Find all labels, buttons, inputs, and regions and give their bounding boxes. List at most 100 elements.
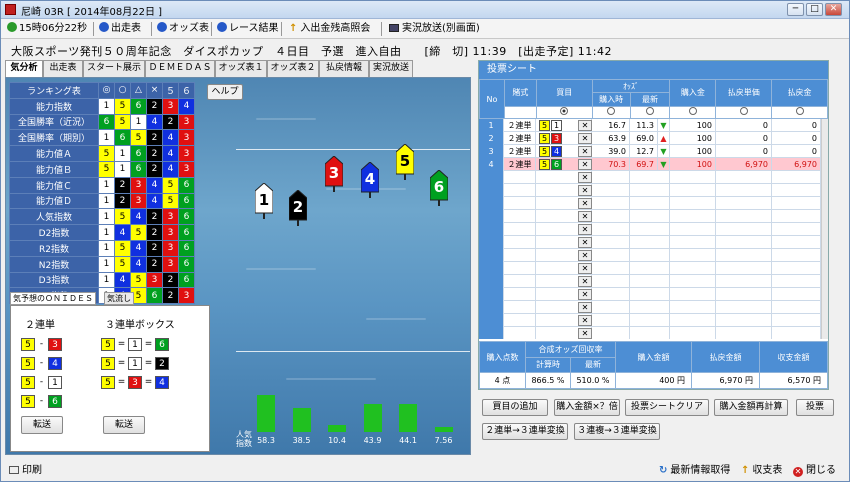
sheet-row[interactable]: ✕	[479, 327, 821, 339]
sheet-row[interactable]: 1 ２連単 5 1 ✕ 16.7 11.3 ▼ 100 0 0	[479, 119, 821, 132]
tab-odds2[interactable]: オッズ表２	[267, 60, 319, 77]
empty-cell	[592, 223, 630, 236]
ranking-row-label: 能力値Ａ	[9, 145, 99, 162]
tab-onides[interactable]: 気予想のＯＮＩＤＥＳ	[10, 292, 96, 305]
tab-odds1[interactable]: オッズ表１	[215, 60, 267, 77]
trio-to-trifecta-button[interactable]: ３連複→３連単変換	[574, 423, 660, 440]
remove-bet-button[interactable]: ✕	[578, 302, 592, 313]
exacta-to-trifecta-button[interactable]: ２連単→３連単変換	[482, 423, 568, 440]
pick-number: 6	[48, 395, 62, 408]
sheet-row[interactable]: ✕	[479, 314, 821, 327]
toolbar-results-button[interactable]: レース結果	[217, 22, 279, 36]
remove-bet-button[interactable]: ✕	[578, 224, 592, 235]
recalculate-button[interactable]: 購入金額再計算	[714, 399, 788, 416]
row-number	[479, 327, 504, 339]
target-number: 3	[551, 133, 562, 144]
sheet-row[interactable]: ✕	[479, 236, 821, 249]
sheet-row[interactable]: ✕	[479, 288, 821, 301]
remove-bet-button[interactable]: ✕	[578, 237, 592, 248]
empty-cell	[670, 314, 716, 327]
sheet-row[interactable]: ✕	[479, 184, 821, 197]
sheet-row[interactable]: 4 ２連単 5 6 ✕ 70.3 69.7 ▼ 100 6,970 6,970	[479, 158, 821, 171]
ranking-cell: 3	[162, 224, 179, 241]
remove-bet-button[interactable]: ✕	[578, 289, 592, 300]
empty-cell	[504, 223, 536, 236]
ranking-cell: 3	[130, 176, 147, 194]
transfer-trifecta-button[interactable]: 転送	[103, 416, 145, 434]
tab-live[interactable]: 実況放送	[369, 60, 413, 77]
toolbar-entries-button[interactable]: 出走表	[99, 22, 141, 36]
pick-number: 4	[48, 357, 62, 370]
remove-bet-button[interactable]: ✕	[578, 250, 592, 261]
print-button[interactable]: 印刷	[9, 461, 42, 476]
close-button[interactable]: ✕ 閉じる	[793, 461, 836, 477]
bet-type: ２連単	[504, 119, 536, 132]
sheet-row[interactable]: ✕	[479, 197, 821, 210]
ranking-cell: 3	[162, 239, 179, 257]
sheet-row[interactable]: 2 ２連単 5 3 ✕ 63.9 69.0 ▲ 100 0 0	[479, 132, 821, 145]
tab-payout-info[interactable]: 払戻情報	[319, 60, 369, 77]
tab-flow[interactable]: 気流し	[104, 292, 134, 305]
tab-analysis[interactable]: 気分析	[5, 60, 43, 78]
radio-cell[interactable]	[715, 105, 773, 120]
remove-bet-button[interactable]: ✕	[578, 185, 592, 196]
sheet-row[interactable]: ✕	[479, 262, 821, 275]
empty-cell	[630, 327, 670, 339]
tab-demedas[interactable]: ＤＥＭＥＤＡＳ	[145, 60, 215, 77]
sheet-row[interactable]: ✕	[479, 301, 821, 314]
transfer-exacta-button[interactable]: 転送	[21, 416, 63, 434]
ranking-cell: 3	[162, 255, 179, 273]
clear-sheet-button[interactable]: 投票シートクリア	[625, 399, 709, 416]
printer-icon	[9, 466, 19, 474]
radio-cell[interactable]	[591, 105, 631, 120]
maximize-button[interactable]: □	[806, 3, 823, 16]
tab-start-exhibition[interactable]: スタート展示	[83, 60, 145, 77]
toolbar-odds-button[interactable]: オッズ表	[157, 22, 209, 36]
empty-cell	[716, 223, 772, 236]
remove-bet-button[interactable]: ✕	[578, 276, 592, 287]
toolbar-balance-button[interactable]: ↑ 入出金残高照会	[289, 22, 370, 36]
remove-bet-button[interactable]: ✕	[578, 315, 592, 326]
remove-bet-button[interactable]: ✕	[578, 211, 592, 222]
radio-cell[interactable]	[771, 105, 828, 120]
ledger-button[interactable]: ↑ 収支表	[741, 461, 782, 476]
remove-bet-button[interactable]: ✕	[578, 198, 592, 209]
summary-payout-header: 払戻金額	[691, 341, 760, 373]
radio-cell[interactable]	[535, 105, 593, 120]
multiply-amount-button[interactable]: 購入金額×？倍	[554, 399, 620, 416]
refresh-button[interactable]: ↻ 最新情報取得	[659, 461, 730, 476]
empty-cell	[630, 210, 670, 223]
add-bet-button[interactable]: 買目の追加	[482, 399, 548, 416]
remove-bet-button[interactable]: ✕	[578, 328, 592, 339]
race-info: 大阪スポーツ発刊５０周年記念 ダイスポカップ ４日目 予選 進入自由 [締 切]…	[11, 45, 613, 58]
sheet-row[interactable]: ✕	[479, 171, 821, 184]
sheet-row[interactable]: ✕	[479, 210, 821, 223]
target-number: 6	[551, 159, 562, 170]
ranking-header-1: ◎	[98, 82, 115, 99]
toolbar-broadcast-button[interactable]: 実況放送(別画面)	[389, 22, 480, 36]
ranking-cell: 1	[98, 255, 115, 273]
minimize-button[interactable]: ─	[787, 3, 804, 16]
empty-cell	[772, 288, 821, 301]
sheet-row[interactable]: 3 ２連単 5 4 ✕ 39.0 12.7 ▼ 100 0 0	[479, 145, 821, 158]
vote-button[interactable]: 投票	[796, 399, 834, 416]
ranking-cell: 5	[98, 145, 115, 162]
remove-bet-button[interactable]: ✕	[578, 133, 592, 144]
remove-bet-button[interactable]: ✕	[578, 159, 592, 170]
close-window-button[interactable]: ✕	[825, 3, 842, 16]
ranking-cell: 6	[146, 287, 163, 305]
sheet-row[interactable]: ✕	[479, 249, 821, 262]
help-button[interactable]: ヘルプ	[207, 84, 243, 100]
remove-bet-button[interactable]: ✕	[578, 146, 592, 157]
sheet-row[interactable]: ✕	[479, 275, 821, 288]
remove-bet-button[interactable]: ✕	[578, 172, 592, 183]
tab-entries[interactable]: 出走表	[43, 60, 83, 77]
empty-cell	[772, 275, 821, 288]
remove-bet-button[interactable]: ✕	[578, 120, 592, 131]
empty-cell	[670, 223, 716, 236]
radio-cell[interactable]	[669, 105, 717, 120]
sheet-row[interactable]: ✕	[479, 223, 821, 236]
remove-bet-button[interactable]: ✕	[578, 263, 592, 274]
sheet-scrollbar[interactable]	[821, 119, 828, 339]
radio-cell[interactable]	[629, 105, 671, 120]
